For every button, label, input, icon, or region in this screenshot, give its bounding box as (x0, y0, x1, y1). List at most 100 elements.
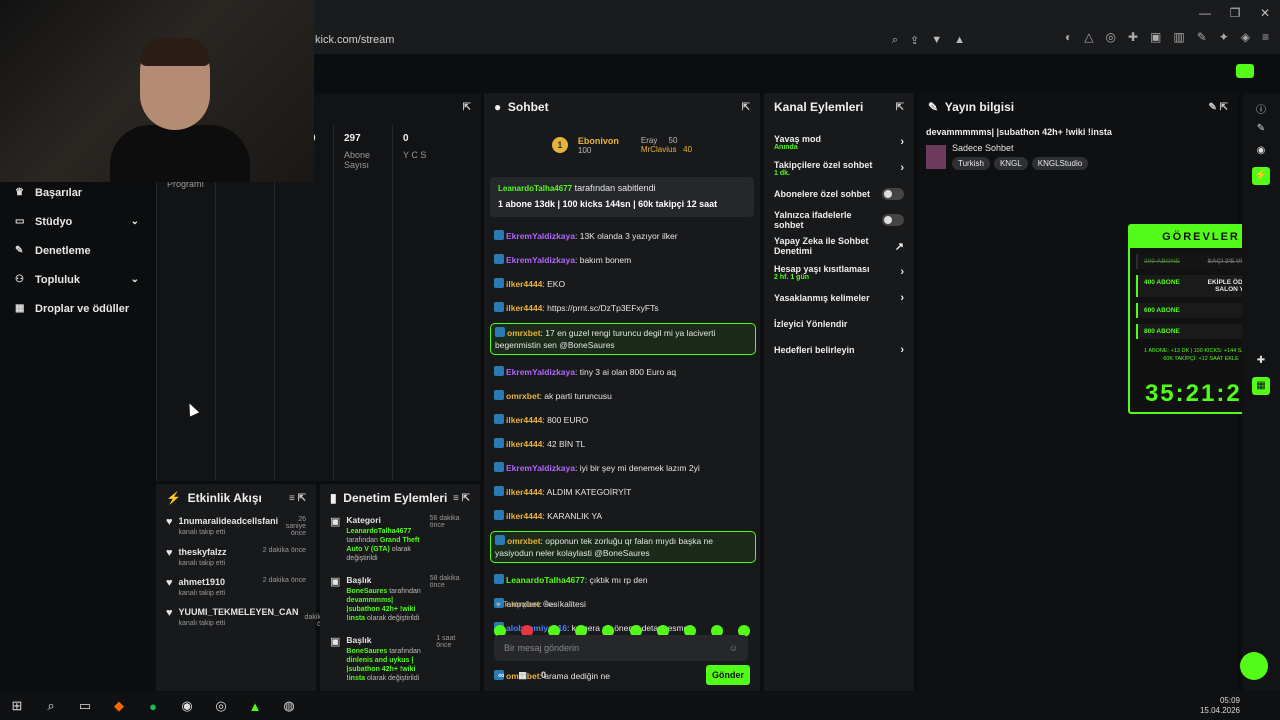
spotify-icon[interactable]: ● (136, 699, 170, 714)
stream-tag[interactable]: KNGLStudio (1031, 157, 1089, 170)
chat-username[interactable]: omrxbet (506, 391, 540, 401)
popout-icon[interactable]: ⇱ (896, 102, 904, 113)
chat-username[interactable]: ilker4444 (506, 487, 542, 497)
shield-icon[interactable]: ◈ (1241, 30, 1250, 44)
info-icon[interactable]: ⓘ (1254, 101, 1268, 116)
popout-icon[interactable]: ⇱ (742, 102, 750, 113)
send-button[interactable]: Gönder (706, 665, 750, 685)
popout-icon[interactable]: ⇱ (463, 102, 471, 113)
chat-username[interactable]: LeanardoTalha4677 (506, 575, 585, 585)
bolt-icon[interactable]: ⚡ (1252, 167, 1270, 185)
filter-icon[interactable]: ≡ ⇱ (453, 493, 470, 504)
rewards-icon[interactable]: ▲ (954, 34, 965, 47)
chat-username[interactable]: omrxbet (507, 328, 541, 338)
menu-icon[interactable]: ≡ (1262, 30, 1269, 44)
sidebar-icon[interactable]: ▥ (1173, 30, 1184, 44)
vpn-icon[interactable]: △ (1084, 30, 1093, 44)
chat-username[interactable]: EkremYaldizkaya (506, 255, 575, 265)
pin-author[interactable]: LeanardoTalha4677 (498, 184, 572, 193)
discord-icon[interactable]: ◉ (170, 698, 204, 714)
action-item-7[interactable]: İzleyici Yönlendir (764, 311, 914, 337)
extension-icon[interactable]: ◐ (1065, 30, 1072, 44)
leader-name[interactable]: MrClavius (641, 145, 677, 154)
category-thumbnail[interactable] (926, 144, 946, 169)
mod-user[interactable]: BoneSaures (346, 588, 387, 595)
clapper-icon[interactable]: ▦ (1252, 377, 1270, 395)
sidebar-item[interactable]: ✎ Denetleme (0, 236, 155, 265)
explorer-icon[interactable]: ▭ (68, 698, 102, 714)
chevron-right-icon[interactable]: › (900, 162, 904, 174)
kick-logo-icon[interactable] (1236, 64, 1254, 78)
chat-username[interactable]: omrxbet (507, 536, 541, 546)
brave-shield-icon[interactable]: ▼ (931, 34, 942, 47)
feed-username[interactable]: YUUMI_TEKMELEYEN_CAN (179, 607, 299, 617)
steam-icon[interactable]: ◍ (272, 698, 306, 714)
action-item-5[interactable]: Hesap yaşı kısıtlaması 2 hf. 1 gün › (764, 259, 914, 285)
sidebar-item[interactable]: ▭ Stüdyo ⌄ (0, 207, 155, 236)
mod-user[interactable]: LeanardoTalha4677 (346, 528, 411, 535)
chevron-right-icon[interactable]: › (900, 344, 904, 356)
action-item-3[interactable]: Yalnızca ifadelerle sohbet (764, 207, 914, 233)
stream-tag[interactable]: Turkish (952, 157, 990, 170)
stream-tag[interactable]: KNGL (993, 157, 1028, 170)
support-fab-button[interactable] (1240, 652, 1268, 680)
action-item-0[interactable]: Yavaş mod Anında › (764, 129, 914, 155)
search-icon[interactable]: ⌕ (34, 698, 68, 714)
pinned-message[interactable]: LeanardoTalha4677 tarafından sabitlendi … (490, 177, 754, 217)
minimize-icon[interactable]: — (1190, 0, 1220, 26)
emoji-icon[interactable]: ☺ (729, 643, 738, 653)
chat-username[interactable]: ilker4444 (506, 279, 542, 289)
camera-icon[interactable]: ◉ (1254, 145, 1268, 159)
leader-name[interactable]: Ebonivon (578, 136, 619, 146)
feed-username[interactable]: theskyfalzz (179, 547, 227, 557)
chat-username[interactable]: ilker4444 (506, 303, 542, 313)
translate-icon[interactable]: ✎ (1197, 30, 1207, 44)
chevron-right-icon[interactable]: › (900, 266, 904, 278)
sidebar-item[interactable]: ▦ Droplar ve ödüller (0, 294, 155, 323)
puzzle-icon[interactable]: ✚ (1254, 355, 1268, 369)
sparkle-icon[interactable]: ✦ (1219, 30, 1229, 44)
share-icon[interactable]: ⇪ (910, 34, 919, 47)
feed-username[interactable]: 1numaralideadcellsfani (179, 516, 279, 526)
chat-username[interactable]: ilker4444 (506, 415, 542, 425)
brave-icon[interactable]: ◆ (102, 698, 136, 714)
chat-username[interactable]: ilker4444 (506, 439, 542, 449)
url-text[interactable]: kick.com/stream (315, 34, 394, 46)
zoom-icon[interactable]: ⌕ (892, 34, 898, 47)
external-link-icon[interactable]: ↗ (895, 240, 904, 253)
toggle-switch[interactable] (882, 188, 904, 200)
windows-start-icon[interactable]: ⊞ (0, 698, 34, 714)
feed-username[interactable]: ahmet1910 (179, 577, 226, 587)
sidebar-item[interactable]: ♛ Başarılar (0, 178, 155, 207)
toggle-switch[interactable] (882, 214, 904, 226)
sidebar-item[interactable]: ⚇ Topluluk ⌄ (0, 265, 155, 294)
chat-username[interactable]: EkremYaldizkaya (506, 367, 575, 377)
chevron-right-icon[interactable]: › (900, 136, 904, 148)
feed-item[interactable]: ♥ theskyfalzz kanalı takip etti 2 dakika ön… (166, 547, 306, 567)
action-item-8[interactable]: Hedefleri belirleyin › (764, 337, 914, 363)
taskbar-clock[interactable]: 05:09 15.04.2026 (1200, 696, 1240, 716)
leader-name[interactable]: Eray (641, 136, 657, 145)
screenshot-icon[interactable]: ▣ (1150, 30, 1161, 44)
action-item-2[interactable]: Abonelere özel sohbet (764, 181, 914, 207)
action-item-4[interactable]: Yapay Zeka ile Sohbet Denetimi ↗ (764, 233, 914, 259)
pencil-icon[interactable]: ✎ (1254, 123, 1268, 137)
chevron-down-icon[interactable]: ⌄ (131, 274, 139, 285)
kick-studio-icon[interactable]: ▲ (238, 699, 272, 714)
filter-icon[interactable]: ≡ ⇱ (289, 493, 306, 504)
mod-user[interactable]: BoneSaures (346, 648, 387, 655)
address-bar[interactable]: kick.com/stream ⌕ ⇪ ▼ ▲ (305, 30, 965, 50)
edit-icon[interactable]: ✎ ⇱ (1208, 102, 1228, 113)
chevron-down-icon[interactable]: ⌄ (131, 216, 139, 227)
close-icon[interactable]: ✕ (1250, 0, 1280, 26)
action-item-6[interactable]: Yasaklanmış kelimeler › (764, 285, 914, 311)
chat-input[interactable]: Bir mesaj gönderin ☺ (494, 635, 748, 661)
chevron-right-icon[interactable]: › (900, 292, 904, 304)
feed-item[interactable]: ♥ 1numaralideadcellsfani kanalı takip etti… (166, 516, 306, 537)
gift-icon[interactable]: ▦ (518, 670, 527, 681)
points-icon[interactable]: ∞ (498, 670, 504, 681)
feed-item[interactable]: ♥YUUMI_TEKMELEYEN_CANkanalı takip etti2 … (166, 607, 325, 628)
wallet-icon[interactable]: ◎ (1105, 30, 1115, 44)
feed-item[interactable]: ♥ ahmet1910 kanalı takip etti 2 dakika önce (166, 577, 306, 597)
puzzle-icon[interactable]: ✚ (1128, 30, 1138, 44)
